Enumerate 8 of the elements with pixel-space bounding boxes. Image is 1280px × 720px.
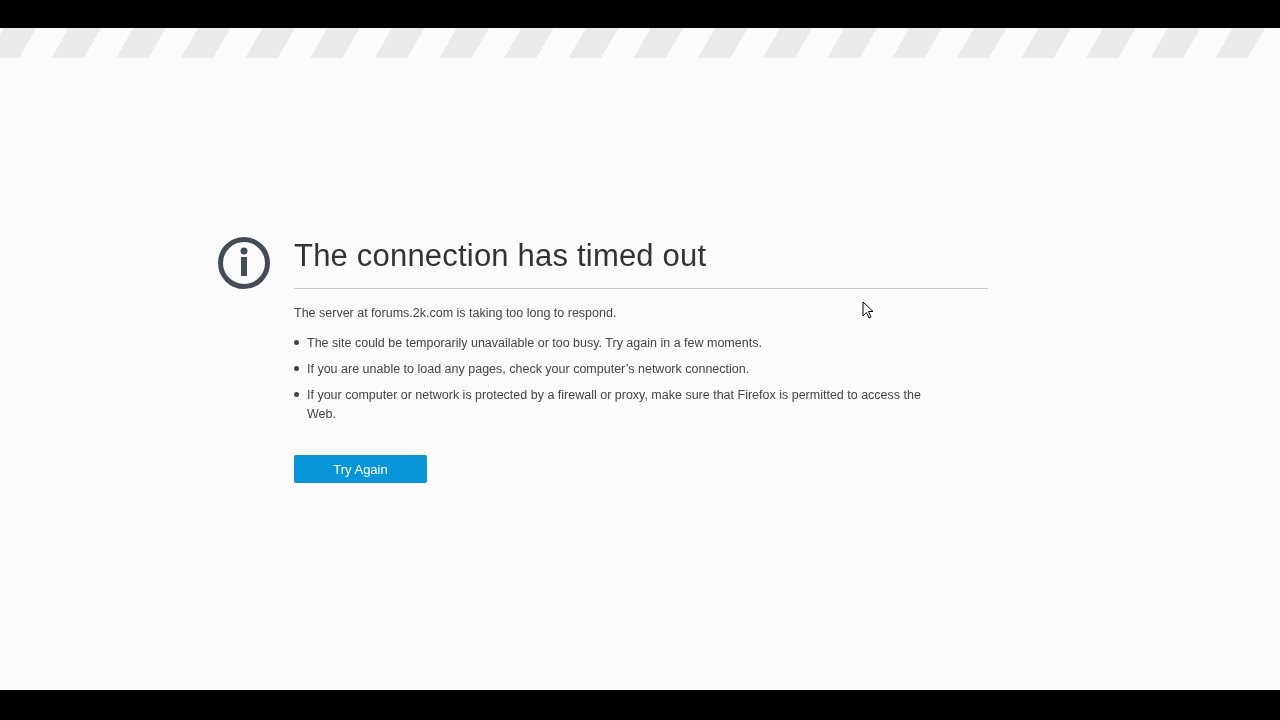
suggestion-text: If you are unable to load any pages, check your computer’s network connection. [307,361,750,378]
cursor-icon [862,301,874,319]
error-message: The server at forums.2k.com is taking too long to respond. [294,306,617,320]
info-icon [217,236,271,290]
suggestion-text: If your computer or network is protected by a firewall or proxy, make sure that Firefox is permitted to access the Web. [307,387,922,423]
try-again-button[interactable]: Try Again [294,455,427,483]
page-title: The connection has timed out [294,236,988,289]
suggestion-text: The site could be temporarily unavailable or too busy. Try again in a few moments. [307,335,762,352]
